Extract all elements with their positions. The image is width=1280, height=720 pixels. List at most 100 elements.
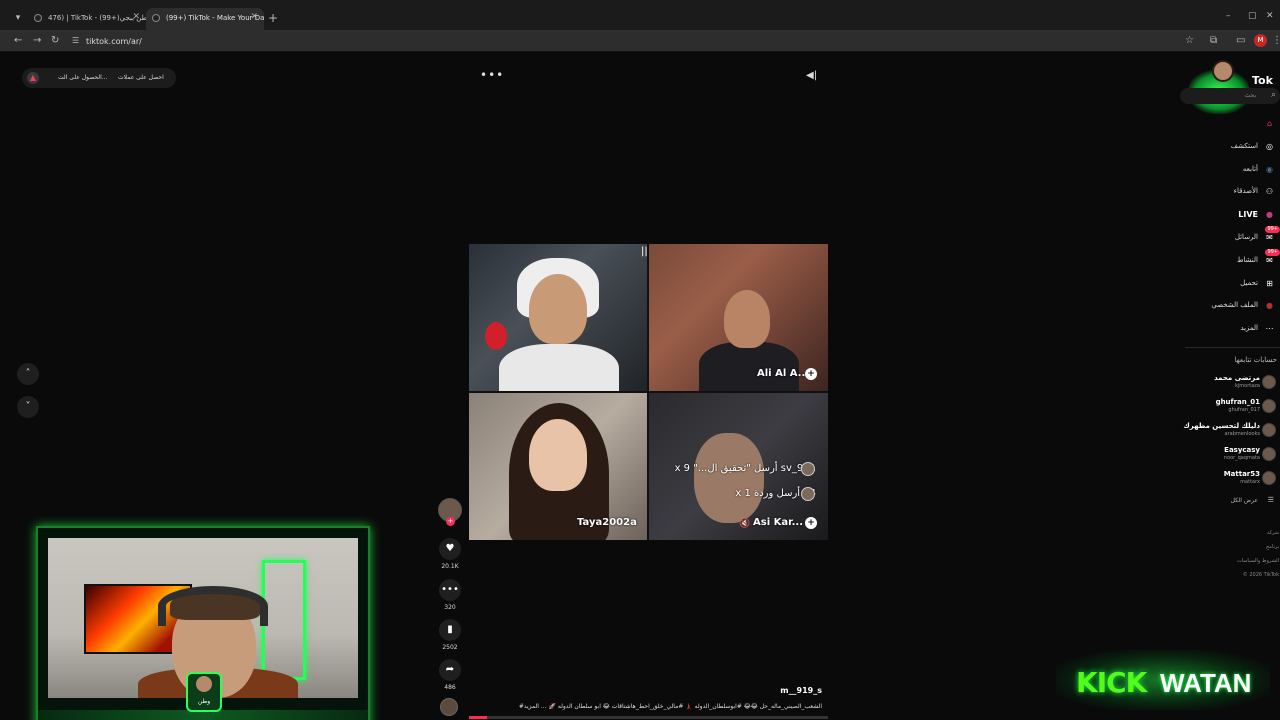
participant-name: Ali Al A...	[757, 368, 810, 379]
followed-account[interactable]: دليلك لتحسين مظهرك arabmenlooks	[1180, 421, 1280, 441]
video-progress-bar[interactable]	[469, 716, 828, 719]
sidebar-item-label: النشاط	[1236, 255, 1258, 264]
heart-icon[interactable]: ♥	[439, 538, 461, 560]
account-handle: kjmortaza	[1235, 383, 1260, 389]
account-handle: ghufran_017	[1228, 407, 1260, 413]
save-action[interactable]: ▮ 2502	[438, 619, 462, 651]
video-player[interactable]: ||| Ali Al A... + Taya2002a 911_sv أرسل …	[469, 244, 828, 540]
browser-tab-active[interactable]: (99+) TikTok - Make Your Day ✕	[146, 8, 264, 30]
next-video-button[interactable]: ˅	[17, 396, 39, 418]
bookmark-icon[interactable]: ▮	[439, 619, 461, 641]
forward-icon[interactable]: →	[33, 35, 41, 47]
followed-account[interactable]: Mattar53 mattarx	[1180, 469, 1280, 489]
sidebar-divider	[1185, 347, 1280, 348]
sidebar-item-activity[interactable]: النشاط ✉ 99+	[1180, 248, 1280, 270]
sidebar-item-messages[interactable]: الرسائل ✉ 99+	[1180, 226, 1280, 247]
music-disc-avatar[interactable]	[440, 698, 458, 716]
site-info-icon[interactable]: ☰	[72, 36, 79, 45]
sidebar-item-profile[interactable]: الملف الشخصي ●	[1180, 297, 1280, 315]
profile-avatar[interactable]: M	[1254, 34, 1267, 47]
cast-icon[interactable]: ▭	[1236, 35, 1245, 47]
back-icon[interactable]: ←	[14, 35, 22, 47]
headset-icon	[158, 586, 268, 626]
share-icon[interactable]: ➦	[439, 659, 461, 681]
mic-muted-icon: 🔇	[739, 519, 751, 529]
followed-account[interactable]: Easycasy noor_qaqmata	[1180, 445, 1280, 465]
following-icon: ◉	[1266, 164, 1273, 174]
friends-icon: ⚇	[1265, 187, 1274, 197]
sidebar-item-label: الرسائل	[1234, 233, 1258, 241]
sidebar-item-home[interactable]: ⌂	[1180, 115, 1280, 133]
participant-name: Taya2002a	[577, 517, 637, 528]
follow-plus-icon[interactable]: +	[446, 517, 455, 526]
participant-name: Asi Kar...	[753, 517, 803, 528]
follow-plus-icon[interactable]: +	[805, 368, 817, 380]
search-placeholder: بحث	[1244, 92, 1256, 99]
sidebar-item-friends[interactable]: الأصدقاء ⚇	[1180, 183, 1280, 201]
address-bar[interactable]: tiktok.com/ar/	[86, 37, 142, 46]
comment-action[interactable]: ••• 320	[438, 579, 462, 611]
watan-logo-text: WATAN	[1160, 668, 1252, 698]
follow-plus-icon[interactable]: +	[805, 517, 817, 529]
alert-icon[interactable]: ▲	[27, 72, 39, 84]
streamer-badge-text: وطن	[197, 698, 211, 705]
search-input[interactable]: بحث ⌕	[1180, 88, 1280, 104]
comment-icon[interactable]: •••	[439, 579, 461, 601]
previous-video-button[interactable]: ˄	[17, 363, 39, 385]
footer-link[interactable]: © 2026 TikTok	[1180, 572, 1279, 578]
get-coins-link[interactable]: احصل على عملات	[118, 74, 164, 81]
reload-icon[interactable]: ↻	[51, 35, 59, 47]
minimize-icon[interactable]: –	[1226, 11, 1231, 21]
video-caption[interactable]: #الشعب_الصيني_ماله_حل 😂😂 #ابوسلطان_الدول…	[478, 703, 822, 710]
screen: ▾ 476) | TikTok - بوطن ببجي(+99) ✕ (99+)…	[0, 0, 1280, 720]
avatar	[1262, 447, 1276, 461]
creator-avatar[interactable]: +	[438, 498, 462, 526]
more-options-icon[interactable]: •••	[480, 68, 504, 82]
upload-icon: ⊞	[1266, 278, 1273, 288]
close-tab-icon[interactable]: ✕	[132, 12, 140, 22]
sidebar-item-label: استكشف	[1230, 141, 1258, 150]
footer-link[interactable]: شركة	[1180, 530, 1279, 536]
maximize-icon[interactable]: ▢	[1248, 11, 1257, 21]
volume-icon[interactable]: ◀|	[806, 70, 817, 81]
following-section-title: حسابات تتابعها	[1234, 356, 1277, 364]
share-action[interactable]: ➦ 486	[438, 659, 462, 691]
live-participant-2: Ali Al A... +	[649, 244, 828, 391]
tab-title: 476) | TikTok - بوطن ببجي(+99)	[48, 14, 146, 22]
close-window-icon[interactable]: ✕	[1266, 11, 1274, 21]
live-participant-1: |||	[469, 244, 647, 391]
get-app-link[interactable]: الحصول على الت...	[58, 74, 108, 81]
streamer-badge-avatar	[196, 676, 212, 692]
footer-link[interactable]: برنامج	[1180, 544, 1279, 550]
tab-search-icon[interactable]: ▾	[10, 10, 26, 26]
account-handle: noor_qaqmata	[1223, 455, 1260, 461]
rose-gift-icon	[485, 322, 507, 350]
browser-tab-bar: ▾ 476) | TikTok - بوطن ببجي(+99) ✕ (99+)…	[0, 0, 1280, 30]
followed-account[interactable]: ghufran_01 ghufran_017	[1180, 397, 1280, 417]
notification-badge: 99+	[1265, 248, 1280, 256]
browser-tab[interactable]: 476) | TikTok - بوطن ببجي(+99) ✕	[28, 8, 146, 30]
avatar	[1262, 399, 1276, 413]
sidebar-item-upload[interactable]: تحميل ⊞	[1180, 275, 1280, 293]
sidebar-item-compass[interactable]: استكشف ◎	[1180, 138, 1280, 156]
close-tab-icon[interactable]: ✕	[250, 12, 258, 22]
participant-figure	[724, 290, 770, 348]
sidebar-item-following[interactable]: أتابعه ◉	[1180, 161, 1280, 179]
like-action[interactable]: ♥ 20.1K	[438, 538, 462, 570]
comment-count: 320	[444, 604, 456, 611]
followed-account[interactable]: مرتضى محمد kjmortaza	[1180, 373, 1280, 393]
browser-menu-icon[interactable]: ⋮	[1272, 35, 1280, 47]
footer-link[interactable]: الشروط والسياسات	[1180, 558, 1279, 564]
account-handle: mattarx	[1240, 479, 1260, 485]
bookmark-star-icon[interactable]: ☆	[1185, 35, 1194, 47]
like-count: 20.1K	[441, 563, 459, 570]
participant-figure	[529, 419, 587, 491]
search-icon[interactable]: ⌕	[1271, 90, 1276, 100]
video-author[interactable]: m__919_s	[740, 686, 822, 695]
sidebar-item-more[interactable]: المزيد ⋯	[1180, 320, 1280, 338]
new-tab-icon[interactable]: +	[268, 11, 278, 25]
sidebar-item-live[interactable]: LIVE ●	[1180, 206, 1280, 224]
gifter-avatar	[801, 487, 815, 501]
extensions-icon[interactable]: ⧉	[1210, 35, 1217, 47]
see-all-button[interactable]: عرض الكل ☰	[1180, 496, 1280, 508]
